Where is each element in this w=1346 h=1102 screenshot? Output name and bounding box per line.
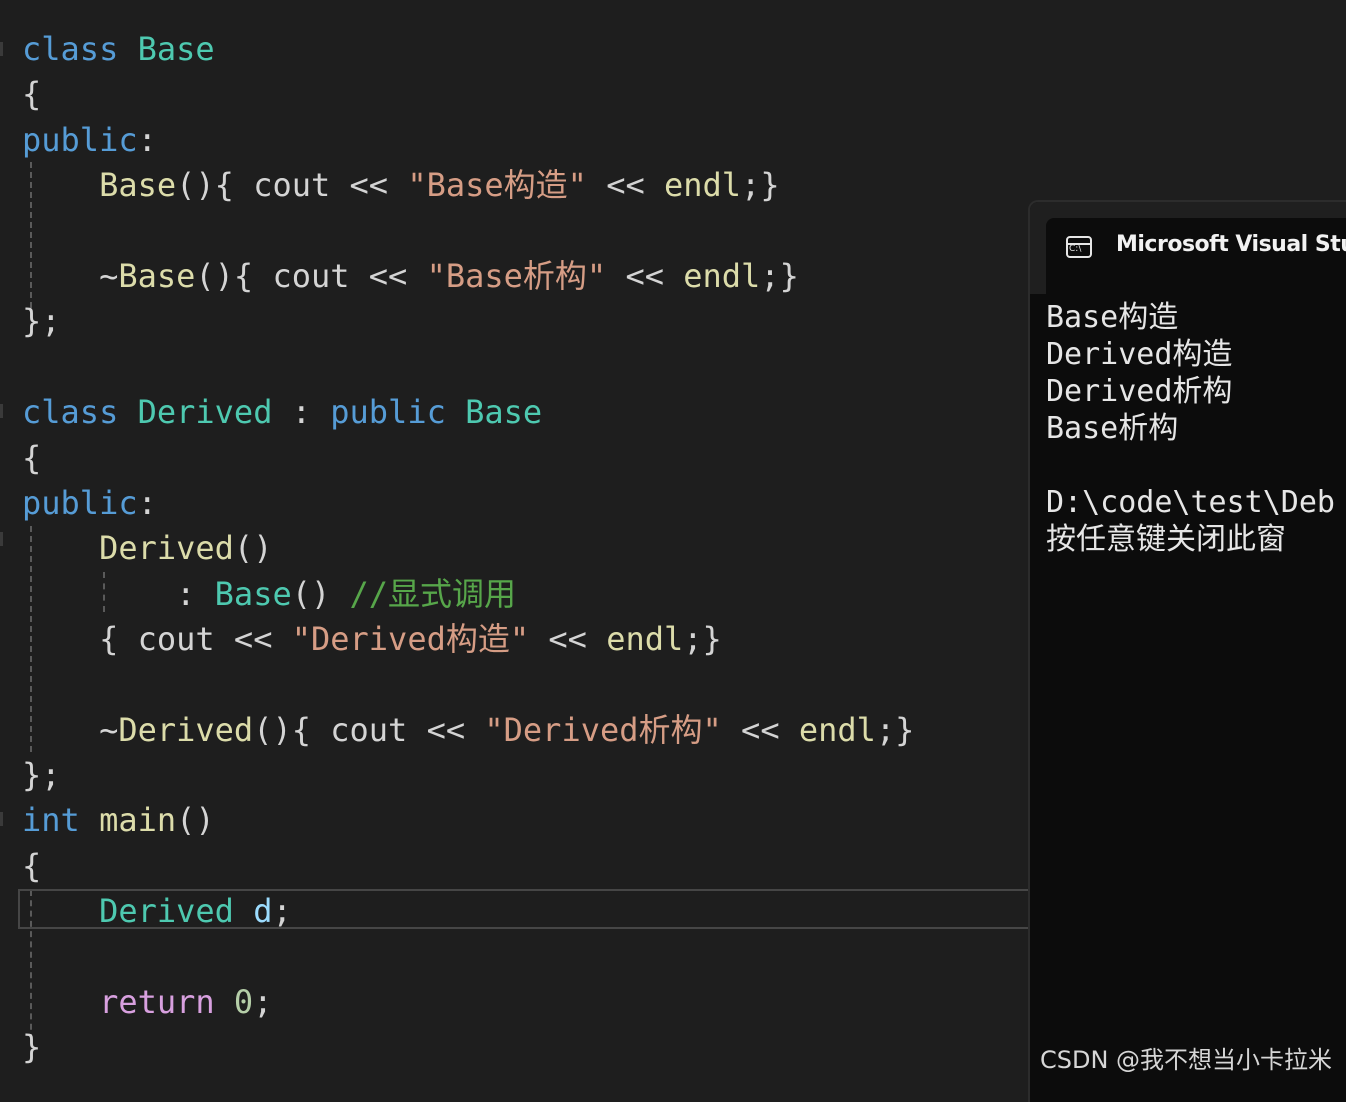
margin-marker bbox=[0, 404, 3, 418]
code-line[interactable]: : Base() //显式调用 bbox=[22, 571, 516, 617]
console-window-icon: C:\ bbox=[1066, 236, 1092, 258]
console-output-line: Derived构造 bbox=[1046, 337, 1233, 372]
console-output-line: Base构造 bbox=[1046, 300, 1179, 335]
code-line[interactable]: return 0; bbox=[22, 979, 272, 1025]
margin-marker bbox=[0, 42, 3, 56]
code-line[interactable]: Derived d; bbox=[22, 888, 292, 934]
code-line[interactable]: Derived() bbox=[22, 525, 272, 571]
watermark: CSDN @我不想当小卡拉米 bbox=[1040, 1046, 1333, 1074]
code-line[interactable]: ~Base(){ cout << "Base析构" << endl;} bbox=[22, 253, 799, 299]
code-line[interactable]: } bbox=[22, 1024, 41, 1070]
console-window[interactable]: C:\ Microsoft Visual Stud Base构造 Derived… bbox=[1028, 200, 1346, 1102]
code-line[interactable]: { bbox=[22, 435, 41, 481]
code-line[interactable]: int main() bbox=[22, 797, 215, 843]
console-output-line: 按任意键关闭此窗 bbox=[1046, 522, 1286, 557]
console-output-line: Derived析构 bbox=[1046, 374, 1233, 409]
code-line[interactable]: ~Derived(){ cout << "Derived析构" << endl;… bbox=[22, 707, 914, 753]
code-line[interactable]: public: bbox=[22, 117, 157, 163]
code-line[interactable]: class Derived : public Base bbox=[22, 389, 542, 435]
console-output-line: D:\code\test\Deb bbox=[1046, 485, 1335, 520]
code-line[interactable]: }; bbox=[22, 298, 61, 344]
margin-marker bbox=[0, 532, 3, 546]
code-line[interactable]: { cout << "Derived构造" << endl;} bbox=[22, 616, 722, 662]
code-line[interactable]: { bbox=[22, 71, 41, 117]
console-tab[interactable]: C:\ Microsoft Visual Stud bbox=[1046, 218, 1346, 294]
code-line[interactable]: Base(){ cout << "Base构造" << endl;} bbox=[22, 162, 780, 208]
code-line[interactable]: public: bbox=[22, 480, 157, 526]
console-title: Microsoft Visual Stud bbox=[1116, 232, 1346, 257]
code-line[interactable]: class Base bbox=[22, 26, 215, 72]
code-line[interactable]: }; bbox=[22, 752, 61, 798]
console-titlebar[interactable]: C:\ Microsoft Visual Stud bbox=[1030, 202, 1346, 294]
margin-marker bbox=[0, 812, 3, 826]
code-line[interactable]: { bbox=[22, 843, 41, 889]
console-output-line: Base析构 bbox=[1046, 411, 1179, 446]
